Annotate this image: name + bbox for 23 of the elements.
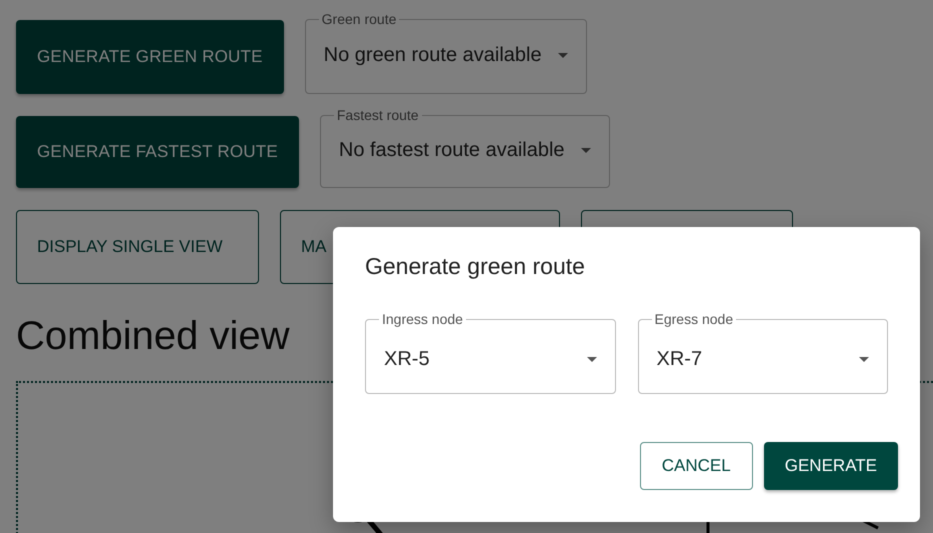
caret-icon	[586, 356, 596, 362]
field-value: No fastest route available	[338, 139, 565, 162]
field-label: Ingress node	[381, 311, 464, 327]
generate-button[interactable]: GENERATE	[764, 442, 898, 490]
view-button[interactable]: DISPLAY SINGLE VIEW	[16, 210, 259, 284]
field-value: XR-5	[384, 348, 431, 370]
caret-icon	[580, 148, 591, 153]
dropdown-field[interactable]: Ingress node XR-5	[365, 311, 616, 394]
cancel-button[interactable]: CANCEL	[640, 442, 753, 490]
field-label: Green route	[320, 11, 398, 27]
generate-button[interactable]: GENERATE GREEN ROUTE	[16, 20, 284, 94]
caret-icon	[558, 53, 568, 58]
dropdown-field[interactable]: Green route No green route available	[304, 11, 587, 94]
dialog-title: Generate green route	[365, 253, 586, 280]
field-value: No green route available	[324, 44, 542, 67]
caret-icon	[859, 356, 869, 362]
dropdown-field[interactable]: Egress node XR-7	[638, 311, 888, 394]
field-label: Fastest route	[336, 107, 420, 123]
dropdown-field[interactable]: Fastest route No fastest route available	[320, 107, 610, 188]
field-value: XR-7	[656, 348, 704, 370]
field-label: Egress node	[654, 311, 734, 327]
section-heading: Combined view	[16, 314, 290, 359]
generate-button[interactable]: GENERATE FASTEST ROUTE	[16, 116, 299, 188]
